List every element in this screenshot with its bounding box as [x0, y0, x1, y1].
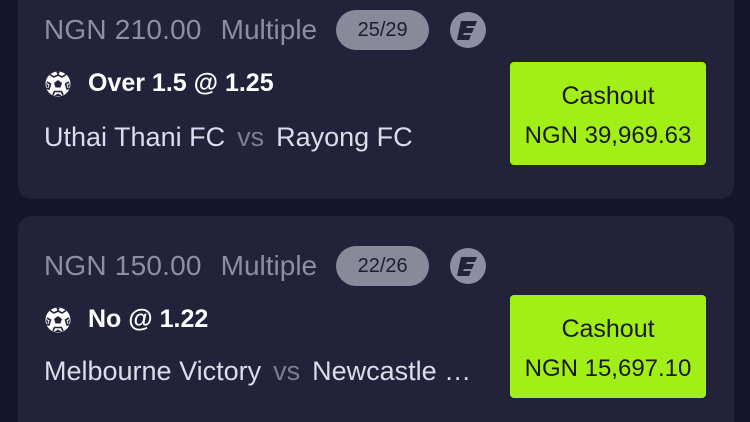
bet-type: Multiple	[220, 250, 318, 281]
home-team: Uthai Thani FC	[44, 122, 226, 152]
cashout-amount: NGN 15,697.10	[524, 355, 692, 382]
cashout-button[interactable]: Cashout NGN 15,697.10	[510, 295, 706, 398]
cashout-label: Cashout	[561, 315, 655, 343]
selection-row: Over 1.5 @ 1.25	[44, 69, 274, 98]
soccer-ball-icon	[45, 71, 71, 96]
stake-amount: NGN 150.00	[44, 250, 202, 281]
bet-card[interactable]: NGN 210.00 Multiple 25/29 Over 1.5 @ 1.2…	[18, 0, 734, 199]
bet-type: Multiple	[220, 14, 318, 45]
bet-header: NGN 210.00 Multiple 25/29	[44, 10, 487, 50]
match-teams: Melbourne Victory vs Newcastle Jets	[44, 356, 474, 387]
match-teams: Uthai Thani FC vs Rayong FC	[44, 122, 474, 153]
cashout-amount: NGN 39,969.63	[524, 122, 692, 149]
selection-odds: Over 1.5 @ 1.25	[88, 69, 274, 97]
selection-row: No @ 1.22	[44, 305, 208, 334]
edit-bet-icon[interactable]	[450, 248, 487, 284]
edit-bet-icon[interactable]	[450, 12, 487, 48]
selection-odds: No @ 1.22	[88, 305, 209, 333]
vs-label: vs	[273, 356, 301, 386]
home-team: Melbourne Victory	[44, 356, 262, 386]
legs-badge: 22/26	[336, 246, 430, 286]
away-team: Newcastle Jets	[312, 356, 474, 386]
bet-header: NGN 150.00 Multiple 22/26	[44, 246, 487, 286]
cashout-button[interactable]: Cashout NGN 39,969.63	[510, 62, 706, 165]
vs-label: vs	[237, 122, 265, 152]
legs-badge: 25/29	[336, 10, 430, 50]
stake-amount: NGN 210.00	[44, 14, 202, 45]
cashout-label: Cashout	[561, 82, 655, 110]
away-team: Rayong FC	[276, 122, 413, 152]
bet-card[interactable]: NGN 150.00 Multiple 22/26 No @ 1.22 Melb…	[18, 216, 734, 422]
bet-list: NGN 210.00 Multiple 25/29 Over 1.5 @ 1.2…	[0, 0, 750, 422]
soccer-ball-icon	[45, 307, 71, 332]
